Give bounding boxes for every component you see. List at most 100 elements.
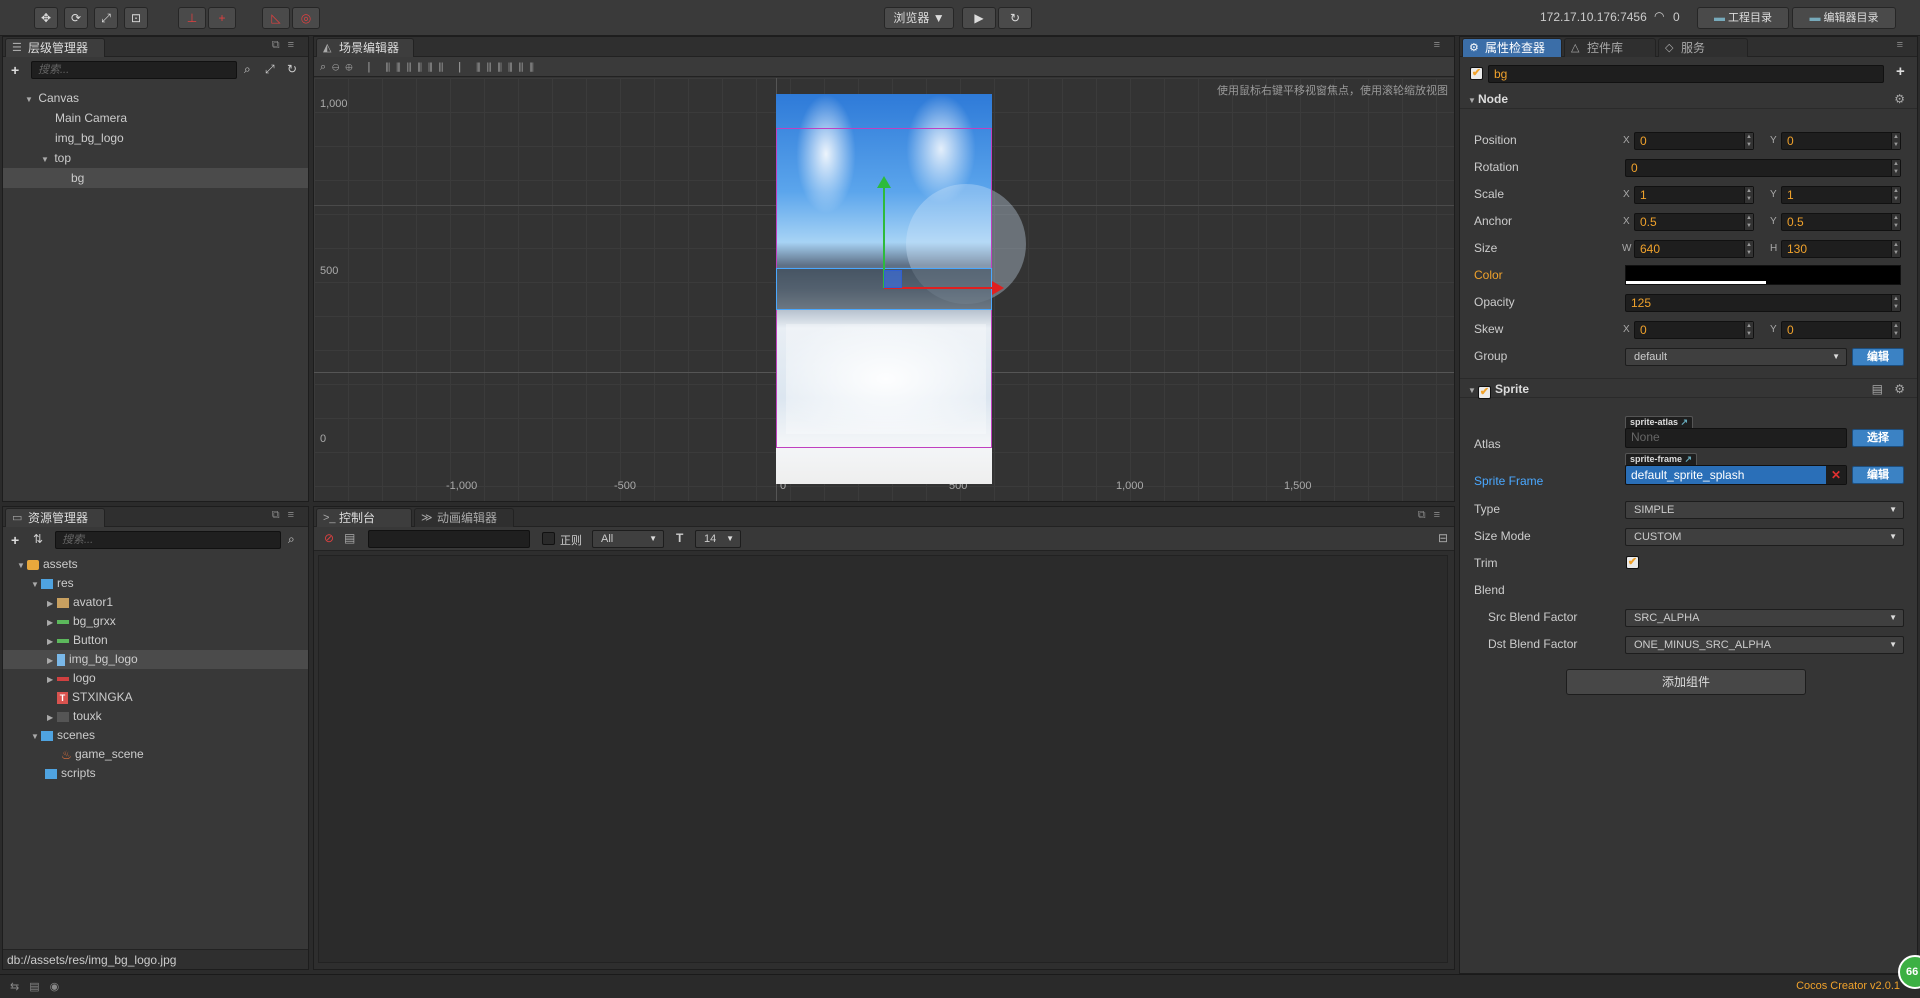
font-size-select[interactable]: 14 ▼ — [695, 530, 741, 548]
pivot-local-button[interactable]: ⊥ — [178, 7, 206, 29]
asset-bg-grxx[interactable]: ▶ bg_grxx — [3, 612, 308, 631]
log-level-select[interactable]: All ▼ — [592, 530, 664, 548]
asset-assets[interactable]: ▼ assets — [3, 555, 308, 574]
asset-logo[interactable]: ▶ logo — [3, 669, 308, 688]
anchor-y-input[interactable]: 0.5 ▲ ▼ — [1781, 213, 1901, 231]
panel-menu-icon[interactable]: ⧉≡ — [272, 39, 302, 52]
tab-inspector[interactable]: ⚙ 属性检查器 — [1462, 38, 1562, 57]
asset-stxingka[interactable]: T STXINGKA — [3, 688, 308, 707]
type-select[interactable]: SIMPLE ▼ — [1625, 501, 1904, 519]
play-button[interactable]: ▶ — [962, 7, 996, 29]
group-edit-button[interactable]: 编辑 — [1852, 348, 1904, 366]
panel-menu-icon[interactable]: ⧉≡ — [272, 509, 302, 522]
refresh-icon[interactable]: ↻ — [287, 62, 297, 76]
panel-menu-icon[interactable]: ≡ — [1434, 39, 1448, 51]
panel-menu-icon[interactable]: ≡ — [1897, 39, 1911, 51]
asset-scripts[interactable]: scripts — [3, 764, 308, 783]
tab-widgets[interactable]: △ 控件库 — [1564, 38, 1656, 57]
group-select[interactable]: default ▼ — [1625, 348, 1847, 366]
regex-checkbox[interactable] — [542, 532, 555, 545]
position-y-input[interactable]: 0 ▲ ▼ — [1781, 132, 1901, 150]
skew-x-input[interactable]: 0 ▲ ▼ — [1634, 321, 1754, 339]
console-filter-input[interactable] — [368, 530, 530, 548]
stepper-icon[interactable]: ▲ ▼ — [1891, 133, 1900, 149]
tab-services[interactable]: ◇ 服务 — [1658, 38, 1748, 57]
panel-menu-icon[interactable]: ⧉≡ — [1418, 509, 1448, 522]
tree-node-bg[interactable]: bg — [3, 168, 308, 188]
add-button[interactable]: + — [1896, 63, 1905, 80]
gizmo-center-handle[interactable] — [884, 270, 902, 288]
stepper-icon[interactable]: ▲ ▼ — [1744, 214, 1753, 230]
scene-viewport[interactable]: 使用鼠标右键平移视窗焦点，使用滚轮缩放视图 1,000 500 0 -1,000… — [314, 78, 1454, 501]
asset-avator1[interactable]: ▶ avator1 — [3, 593, 308, 612]
stepper-icon[interactable]: ▲ ▼ — [1891, 322, 1900, 338]
expand-arrow-icon[interactable]: ▼ — [17, 556, 27, 575]
preview-platform-select[interactable]: 浏览器 ▼ — [884, 7, 954, 29]
add-node-button[interactable]: + — [11, 62, 19, 78]
expand-arrow-icon[interactable]: ▶ — [47, 708, 57, 727]
node-section-header[interactable]: ▼ Node ⚙ — [1460, 89, 1917, 109]
open-log-icon[interactable]: ▤ — [344, 531, 355, 545]
collapse-icon[interactable]: ⊟ — [1438, 531, 1448, 545]
expand-arrow-icon[interactable]: ▶ — [47, 632, 57, 651]
asset-touxk[interactable]: ▶ touxk — [3, 707, 308, 726]
expand-arrow-icon[interactable]: ▶ — [47, 613, 57, 632]
asset-scenes[interactable]: ▼ scenes — [3, 726, 308, 745]
position-x-input[interactable]: 0 ▲ ▼ — [1634, 132, 1754, 150]
tab-assets[interactable]: ▭ 资源管理器 — [5, 508, 105, 527]
gizmo-x-arrow-icon[interactable] — [992, 281, 1004, 295]
trim-checkbox[interactable]: ✔ — [1626, 556, 1639, 569]
clear-icon[interactable]: ✕ — [1826, 466, 1846, 484]
tab-console[interactable]: >_ 控制台 — [316, 508, 412, 527]
search-icon[interactable]: ⌕ — [288, 532, 295, 547]
sprite-enabled-checkbox[interactable]: ✔ — [1478, 386, 1491, 399]
stepper-icon[interactable]: ▲ ▼ — [1891, 214, 1900, 230]
settings-gear-icon[interactable]: ⚙ — [1894, 379, 1905, 399]
asset-res[interactable]: ▼ res — [3, 574, 308, 593]
link-icon[interactable]: ↗ — [1681, 417, 1689, 427]
atlas-select-button[interactable]: 选择 — [1852, 429, 1904, 447]
node-active-checkbox[interactable]: ✔ — [1470, 67, 1483, 80]
expand-arrow-icon[interactable]: ▼ — [31, 575, 41, 594]
pivot-center-button[interactable]: + — [208, 7, 236, 29]
stepper-icon[interactable]: ▲ ▼ — [1891, 241, 1900, 257]
color-swatch[interactable] — [1625, 265, 1901, 285]
project-dir-button[interactable]: ▬ 工程目录 — [1697, 7, 1789, 29]
scene-align-toolbar[interactable]: ⌕⊖⊕ | ⫴⫴⫴⫴⫴⫴ | ⫴⫴⫴⫴⫴⫴ — [314, 57, 1454, 77]
fps-badge[interactable]: 66 — [1898, 955, 1920, 989]
clear-console-icon[interactable]: ⊘ — [324, 531, 334, 545]
console-output[interactable] — [318, 555, 1448, 963]
gizmo-global-button[interactable]: ◎ — [292, 7, 320, 29]
add-asset-button[interactable]: + — [11, 532, 19, 548]
stepper-icon[interactable]: ▲ ▼ — [1744, 133, 1753, 149]
opacity-input[interactable]: 125 ▲ ▼ — [1625, 294, 1901, 312]
sprite-frame-edit-button[interactable]: 编辑 — [1852, 466, 1904, 484]
anchor-x-input[interactable]: 0.5 ▲ ▼ — [1634, 213, 1754, 231]
expand-arrow-icon[interactable]: ▶ — [47, 594, 57, 613]
tree-node-canvas[interactable]: ▼ Canvas — [3, 88, 308, 108]
size-mode-select[interactable]: CUSTOM ▼ — [1625, 528, 1904, 546]
atlas-field[interactable]: None — [1625, 428, 1847, 448]
gizmo-local-button[interactable]: ◺ — [262, 7, 290, 29]
expand-arrow-icon[interactable]: ▶ — [47, 670, 57, 689]
asset-button[interactable]: ▶ Button — [3, 631, 308, 650]
sprite-section-header[interactable]: ▼ ✔ Sprite ⚙ ▤ — [1460, 378, 1917, 401]
rotate-tool-button[interactable]: ⟳ — [64, 7, 88, 29]
tab-hierarchy[interactable]: ☰ 层级管理器 — [5, 38, 105, 57]
stepper-icon[interactable]: ▲ ▼ — [1744, 322, 1753, 338]
size-h-input[interactable]: 130 ▲ ▼ — [1781, 240, 1901, 258]
asset-img-bg-logo[interactable]: ▶ img_bg_logo — [3, 650, 308, 669]
tree-node-top[interactable]: ▼ top — [3, 148, 308, 168]
rect-tool-button[interactable]: ⊡ — [124, 7, 148, 29]
expand-arrow-icon[interactable]: ▶ — [47, 651, 57, 670]
scale-tool-button[interactable]: ⤢ — [94, 7, 118, 29]
status-icons[interactable]: ⇆▤◉ — [10, 980, 69, 993]
size-w-input[interactable]: 640 ▲ ▼ — [1634, 240, 1754, 258]
expand-all-icon[interactable]: ⤢ — [265, 62, 275, 77]
scale-y-input[interactable]: 1 ▲ ▼ — [1781, 186, 1901, 204]
collapse-arrow-icon[interactable]: ▼ — [1468, 381, 1478, 401]
expand-arrow-icon[interactable]: ▼ — [31, 727, 41, 746]
gizmo-y-arrow-icon[interactable] — [877, 176, 891, 188]
help-book-icon[interactable]: ▤ — [1872, 379, 1883, 399]
assets-search-input[interactable]: 搜索... — [55, 531, 281, 549]
